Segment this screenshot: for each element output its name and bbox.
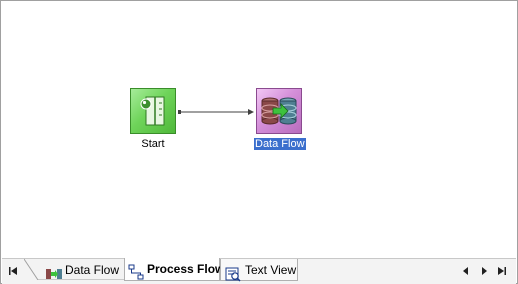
- start-icon: [130, 88, 176, 134]
- text-view-tab-icon: [225, 262, 241, 282]
- tab-process-flow[interactable]: Process Flow: [124, 258, 224, 281]
- data-flow-tab-icon: [46, 264, 62, 279]
- data-flow-node[interactable]: Data Flow: [253, 88, 307, 152]
- next-tab-icon[interactable]: [478, 264, 490, 278]
- first-tab-icon[interactable]: [7, 264, 19, 278]
- process-flow-canvas[interactable]: Start Data Flow: [2, 2, 516, 257]
- tab-text-view[interactable]: Text View: [220, 259, 298, 282]
- tab-text-view-label: Text View: [245, 263, 297, 277]
- data-flow-icon: [256, 88, 302, 134]
- process-flow-tab-icon: [128, 260, 144, 280]
- last-tab-icon[interactable]: [496, 264, 508, 278]
- process-flow-window: Start Data Flow Data Flow Process Flow T…: [0, 0, 518, 284]
- flow-connector[interactable]: [178, 109, 254, 115]
- previous-tab-icon[interactable]: [460, 264, 472, 278]
- tab-data-flow[interactable]: Data Flow: [24, 258, 126, 281]
- tab-process-flow-label: Process Flow: [147, 262, 225, 276]
- view-tab-bar: Data Flow Process Flow Text View: [2, 258, 516, 284]
- start-node-label: Start: [141, 138, 165, 150]
- data-flow-node-label: Data Flow: [253, 137, 307, 151]
- start-node[interactable]: Start: [129, 88, 177, 152]
- tab-data-flow-label: Data Flow: [65, 263, 120, 277]
